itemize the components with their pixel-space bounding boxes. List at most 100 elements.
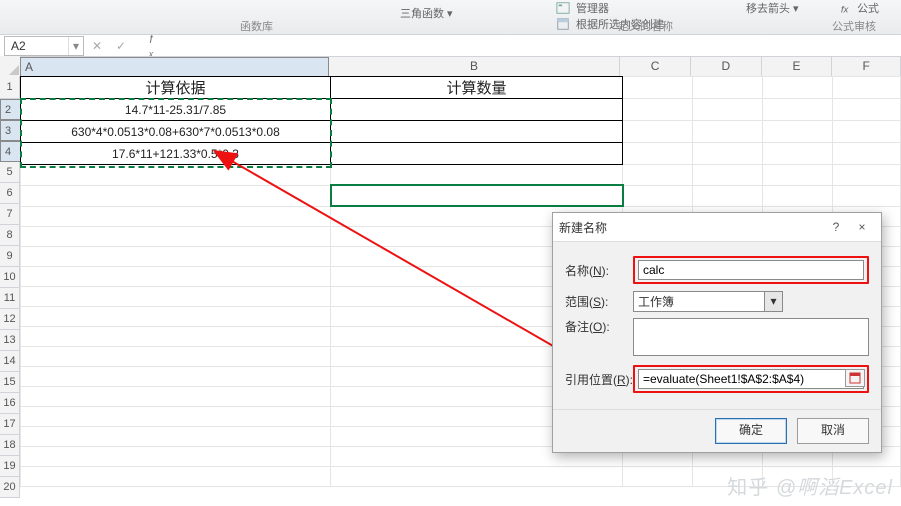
- dialog-help-icon[interactable]: ?: [823, 220, 849, 234]
- refersto-input[interactable]: [638, 369, 864, 389]
- row-header[interactable]: 18: [0, 435, 20, 456]
- cell[interactable]: [21, 467, 331, 487]
- cancel-formula-icon[interactable]: ✕: [90, 39, 104, 53]
- row-header[interactable]: 17: [0, 414, 20, 435]
- cell[interactable]: [833, 121, 901, 143]
- cell[interactable]: [21, 165, 331, 186]
- cell[interactable]: [21, 267, 331, 287]
- formula-input[interactable]: [162, 37, 901, 55]
- cell[interactable]: [833, 143, 901, 165]
- cell[interactable]: [21, 206, 331, 227]
- name-manager-icon[interactable]: [556, 1, 570, 15]
- row-header[interactable]: 19: [0, 456, 20, 477]
- cell[interactable]: [623, 121, 693, 143]
- row-header[interactable]: 11: [0, 288, 20, 309]
- cell[interactable]: [331, 467, 623, 487]
- col-header-E[interactable]: E: [762, 57, 833, 77]
- cancel-button[interactable]: 取消: [797, 418, 869, 444]
- scope-select[interactable]: 工作簿 ▾: [633, 291, 783, 312]
- cell[interactable]: [21, 287, 331, 307]
- ribbon-fx-btn[interactable]: fx 公式: [840, 0, 879, 16]
- cell[interactable]: [623, 165, 693, 186]
- dialog-close-icon[interactable]: ×: [849, 220, 875, 234]
- cell[interactable]: [693, 185, 763, 206]
- cell[interactable]: [623, 77, 693, 99]
- comment-textarea[interactable]: [633, 318, 869, 356]
- ribbon-name-manager[interactable]: 管理器: [576, 0, 609, 16]
- col-header-A[interactable]: A: [20, 57, 329, 78]
- cell[interactable]: [623, 185, 693, 206]
- cell[interactable]: [763, 143, 833, 165]
- row-header[interactable]: 12: [0, 309, 20, 330]
- row-header[interactable]: 5: [0, 162, 20, 183]
- name-input[interactable]: [638, 260, 864, 280]
- column-headers[interactable]: A B C D E F: [20, 56, 901, 77]
- cell-B3[interactable]: [331, 121, 623, 143]
- cell[interactable]: [21, 447, 331, 467]
- ribbon-remove-arrows[interactable]: 移去箭头 ▾: [740, 0, 799, 16]
- row-header[interactable]: 7: [0, 204, 20, 225]
- col-header-D[interactable]: D: [691, 57, 762, 77]
- cell[interactable]: [693, 99, 763, 121]
- cell[interactable]: [21, 367, 331, 387]
- cell[interactable]: [21, 427, 331, 447]
- cell[interactable]: [21, 407, 331, 427]
- cell[interactable]: [21, 227, 331, 247]
- col-header-C[interactable]: C: [620, 57, 691, 77]
- row-header[interactable]: 14: [0, 351, 20, 372]
- row-header[interactable]: 15: [0, 372, 20, 393]
- ok-button[interactable]: 确定: [715, 418, 787, 444]
- cell[interactable]: [21, 185, 331, 206]
- cell-B1[interactable]: 计算数量: [331, 77, 623, 99]
- ribbon-trig-menu[interactable]: 三角函数 ▾: [400, 5, 453, 21]
- cell[interactable]: [763, 165, 833, 186]
- name-box[interactable]: A2 ▾: [4, 36, 84, 56]
- cell[interactable]: [833, 185, 901, 206]
- create-from-selection-icon[interactable]: [556, 17, 570, 31]
- cell[interactable]: [623, 467, 693, 487]
- accept-formula-icon[interactable]: ✓: [114, 39, 128, 53]
- cell[interactable]: [763, 99, 833, 121]
- cell[interactable]: [21, 247, 331, 267]
- cell-A2[interactable]: 14.7*11-25.31/7.85: [21, 99, 331, 121]
- row-headers[interactable]: 1 2 3 4 5 6 7 8 9 10 11 12 13 14 15 16 1…: [0, 76, 20, 498]
- cell[interactable]: [693, 121, 763, 143]
- cell-B2[interactable]: [331, 99, 623, 121]
- cell[interactable]: [763, 77, 833, 99]
- cell[interactable]: [21, 327, 331, 347]
- cell-B6-active[interactable]: [331, 185, 623, 206]
- cell-A1[interactable]: 计算依据: [21, 77, 331, 99]
- cell[interactable]: [693, 165, 763, 186]
- cell[interactable]: [21, 307, 331, 327]
- cell[interactable]: [693, 77, 763, 99]
- cell[interactable]: [763, 121, 833, 143]
- name-box-dropdown-icon[interactable]: ▾: [68, 37, 83, 55]
- cell[interactable]: [21, 347, 331, 367]
- cell-B4[interactable]: [331, 143, 623, 165]
- cell-A4[interactable]: 17.6*11+121.33*0.5*0.3: [21, 143, 331, 165]
- cell[interactable]: [623, 143, 693, 165]
- cell[interactable]: [693, 143, 763, 165]
- col-header-B[interactable]: B: [329, 57, 621, 77]
- row-header[interactable]: 16: [0, 393, 20, 414]
- row-header[interactable]: 13: [0, 330, 20, 351]
- range-selector-icon[interactable]: [845, 369, 865, 387]
- cell-A3[interactable]: 630*4*0.0513*0.08+630*7*0.0513*0.08: [21, 121, 331, 143]
- cell[interactable]: [623, 99, 693, 121]
- chevron-down-icon[interactable]: ▾: [764, 292, 782, 311]
- row-header[interactable]: 20: [0, 477, 20, 498]
- cell[interactable]: [833, 99, 901, 121]
- cell[interactable]: [331, 165, 623, 186]
- row-header[interactable]: 8: [0, 225, 20, 246]
- cell[interactable]: [21, 387, 331, 407]
- cell[interactable]: [763, 185, 833, 206]
- row-header[interactable]: 10: [0, 267, 20, 288]
- row-header[interactable]: 1: [0, 76, 20, 99]
- row-header[interactable]: 9: [0, 246, 20, 267]
- cell[interactable]: [833, 77, 901, 99]
- dialog-titlebar[interactable]: 新建名称 ? ×: [553, 213, 881, 242]
- cell[interactable]: [833, 165, 901, 186]
- select-all-corner[interactable]: [0, 56, 21, 77]
- row-header[interactable]: 6: [0, 183, 20, 204]
- col-header-F[interactable]: F: [832, 57, 901, 77]
